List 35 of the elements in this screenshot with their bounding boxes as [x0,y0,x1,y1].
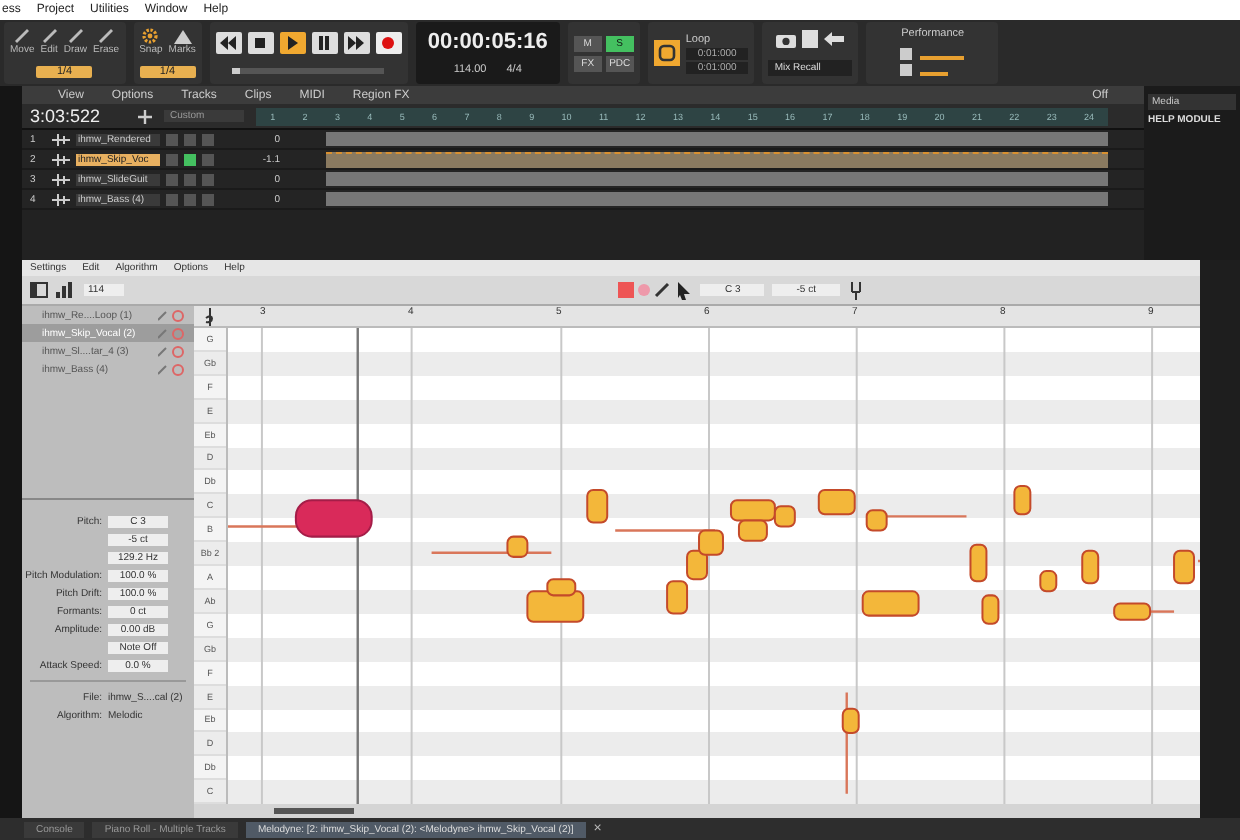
loop-button[interactable] [653,40,680,66]
record-icon [380,35,397,50]
rewind-button[interactable] [215,31,242,54]
forward-icon [348,35,365,50]
clef-icon [203,307,217,325]
record-button[interactable] [375,31,402,54]
audio-clip[interactable] [326,132,1108,146]
scrollbar-thumb[interactable] [274,808,354,814]
audio-clip[interactable] [326,192,1108,206]
performance-meter-drawing [900,46,965,79]
gear-icon [142,28,159,45]
audio-clip[interactable] [326,172,1108,186]
rewind-icon [220,35,237,50]
loop-icon [657,44,676,62]
play-button[interactable] [279,31,306,54]
now-time-display: 3:03:522 [30,106,103,126]
position-slider[interactable] [232,68,385,75]
pause-button[interactable] [311,31,338,54]
time-readout: 00:00:05:16 [427,29,548,54]
stop-icon [252,35,269,50]
camera-icon[interactable] [776,31,797,47]
triangle-icon [173,28,192,45]
plus-icon[interactable] [138,109,152,123]
forward-button[interactable] [343,31,370,54]
document-icon[interactable] [802,30,819,48]
tuning-fork-icon[interactable] [848,281,864,299]
bars-icon[interactable] [56,282,76,298]
pause-icon [316,35,333,50]
pointer-icon[interactable] [678,281,693,299]
stop-button[interactable] [247,31,274,54]
play-icon [284,35,301,50]
layout-icon[interactable] [30,282,48,298]
solo-button[interactable] [184,153,196,165]
audio-clip[interactable] [326,151,1108,167]
undo-arrow-icon[interactable] [824,32,845,46]
